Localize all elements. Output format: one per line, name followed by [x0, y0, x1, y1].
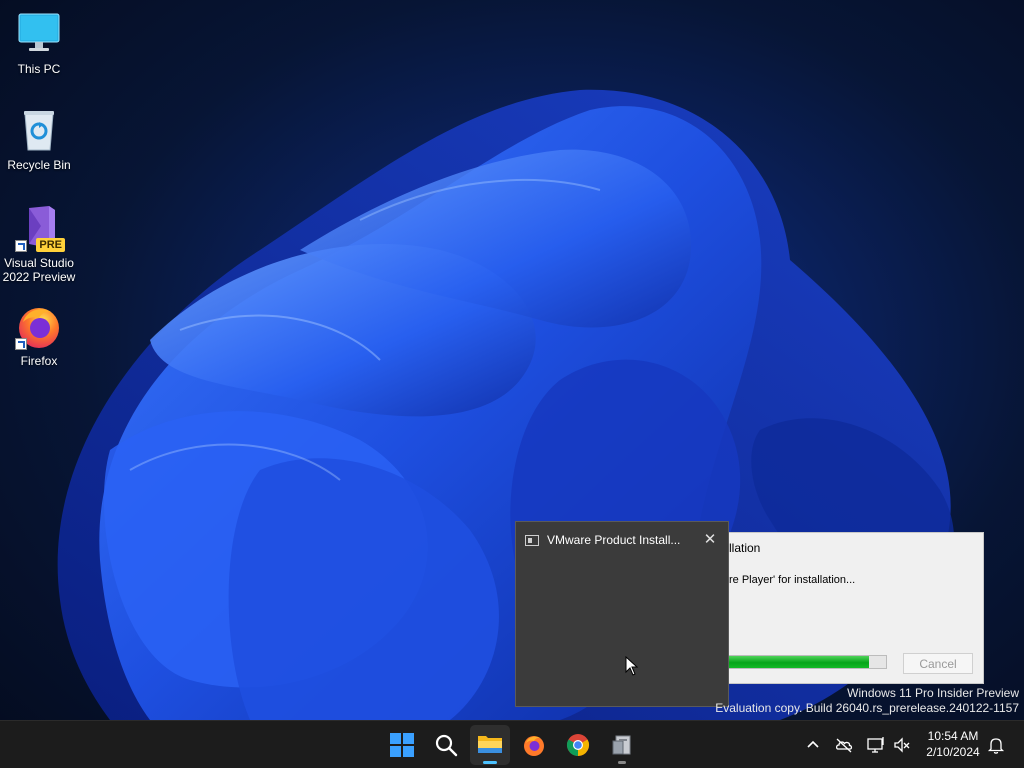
cancel-button[interactable]: Cancel	[903, 653, 973, 674]
visual-studio-icon: PRE	[15, 204, 65, 252]
progress-bar-fill	[718, 656, 870, 668]
search-icon	[435, 734, 458, 757]
onedrive-offline-icon[interactable]	[834, 735, 854, 755]
close-button[interactable]: ✕	[700, 530, 720, 550]
taskbar: 10:54 AM 2/10/2024	[0, 720, 1024, 768]
taskbar-firefox[interactable]	[514, 725, 554, 765]
mouse-cursor-icon	[625, 656, 639, 676]
desktop-icon-label: Recycle Bin	[7, 158, 71, 172]
dialog-title: llation	[729, 541, 761, 555]
installer-app-icon	[525, 535, 539, 546]
clock-time: 10:54 AM	[927, 729, 979, 743]
taskbar-installer[interactable]	[602, 725, 642, 765]
file-explorer-icon	[478, 736, 502, 753]
start-icon	[390, 733, 414, 757]
start-button[interactable]	[382, 725, 422, 765]
desktop-icon-label: This PC	[17, 62, 61, 76]
installer-icon	[612, 735, 631, 755]
monitor-icon	[15, 10, 63, 58]
firefox-icon	[524, 736, 544, 756]
firefox-icon	[15, 302, 63, 350]
desktop-icon-label: Firefox	[20, 354, 58, 368]
installation-status-text: re Player' for installation...	[729, 574, 856, 586]
desktop-icon-recycle-bin[interactable]: Recycle Bin	[1, 106, 77, 172]
vmware-installation-dialog[interactable]: llation re Player' for installation... C…	[716, 532, 984, 684]
installation-progress-bar	[717, 655, 887, 669]
window-title: VMware Product Install...	[547, 533, 681, 547]
shortcut-arrow-icon	[15, 338, 27, 350]
desktop-icon-label: Visual Studio	[4, 256, 74, 270]
watermark-build: Evaluation copy. Build 26040.rs_prerelea…	[715, 701, 1019, 715]
recycle-bin-icon	[15, 106, 63, 154]
clock-date: 2/10/2024	[926, 745, 980, 759]
preview-badge: PRE	[36, 238, 65, 252]
chrome-icon	[567, 734, 589, 756]
watermark-edition: Windows 11 Pro Insider Preview	[847, 686, 1019, 700]
windows-build-watermark: Windows 11 Pro Insider Preview Evaluatio…	[715, 686, 1019, 716]
network-icon[interactable]	[866, 735, 886, 755]
shortcut-arrow-icon	[15, 240, 27, 252]
running-indicator	[618, 761, 626, 764]
volume-muted-icon[interactable]	[892, 735, 912, 755]
search-button[interactable]	[426, 725, 466, 765]
desktop-icon-visual-studio[interactable]: PRE Visual Studio 2022 Preview	[1, 204, 77, 284]
chevron-up-icon[interactable]	[803, 735, 823, 755]
notification-bell-icon[interactable]	[986, 735, 1006, 755]
vmware-product-installer-window[interactable]: VMware Product Install... ✕	[515, 521, 729, 707]
taskbar-chrome[interactable]	[558, 725, 598, 765]
taskbar-file-explorer[interactable]	[470, 725, 510, 765]
desktop-icon-label: 2022 Preview	[2, 270, 76, 284]
desktop-icon-firefox[interactable]: Firefox	[1, 302, 77, 368]
desktop-icon-this-pc[interactable]: This PC	[1, 10, 77, 76]
taskbar-clock[interactable]: 10:54 AM 2/10/2024	[916, 728, 990, 760]
running-indicator	[483, 761, 497, 764]
